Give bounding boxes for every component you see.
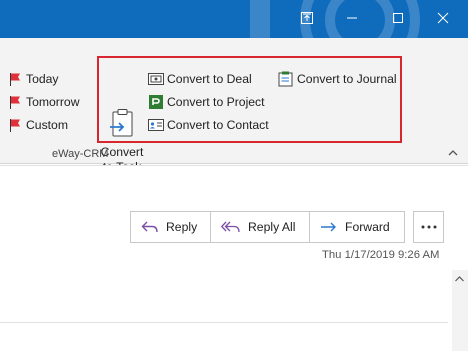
message-actions: Reply Reply All Forward <box>130 211 405 243</box>
reply-label: Reply <box>166 220 198 234</box>
flag-tomorrow-label: Tomorrow <box>26 95 80 109</box>
flag-today-button[interactable]: Today <box>8 71 59 87</box>
red-flag-icon <box>8 94 22 110</box>
maximize-icon[interactable] <box>387 7 409 29</box>
flag-custom-label: Custom <box>26 118 68 132</box>
minimize-icon[interactable] <box>341 7 363 29</box>
forward-label: Forward <box>345 220 390 234</box>
restore-ribbon-icon[interactable] <box>296 7 318 29</box>
flag-custom-button[interactable]: Custom <box>8 117 68 133</box>
collapse-ribbon-icon[interactable] <box>447 148 459 158</box>
forward-icon <box>320 220 338 234</box>
red-flag-icon <box>8 117 22 133</box>
red-flag-icon <box>8 71 22 87</box>
reply-button[interactable]: Reply <box>131 212 211 242</box>
more-actions-button[interactable] <box>413 211 444 243</box>
reply-all-button[interactable]: Reply All <box>211 212 310 242</box>
reply-all-icon <box>221 220 241 234</box>
reply-all-label: Reply All <box>248 220 296 234</box>
highlight-box <box>97 56 402 143</box>
forward-button[interactable]: Forward <box>310 212 404 242</box>
more-icon <box>421 225 436 229</box>
reply-icon <box>141 220 159 234</box>
ribbon-group-label: eWay-CRM <box>52 148 109 160</box>
body-divider <box>0 322 448 323</box>
scroll-up-icon[interactable] <box>454 275 465 283</box>
flag-today-label: Today <box>26 72 59 86</box>
divider <box>0 165 468 166</box>
flag-tomorrow-button[interactable]: Tomorrow <box>8 94 80 110</box>
close-icon[interactable] <box>432 7 454 29</box>
title-bar <box>0 0 468 38</box>
message-timestamp: Thu 1/17/2019 9:26 AM <box>322 249 440 261</box>
